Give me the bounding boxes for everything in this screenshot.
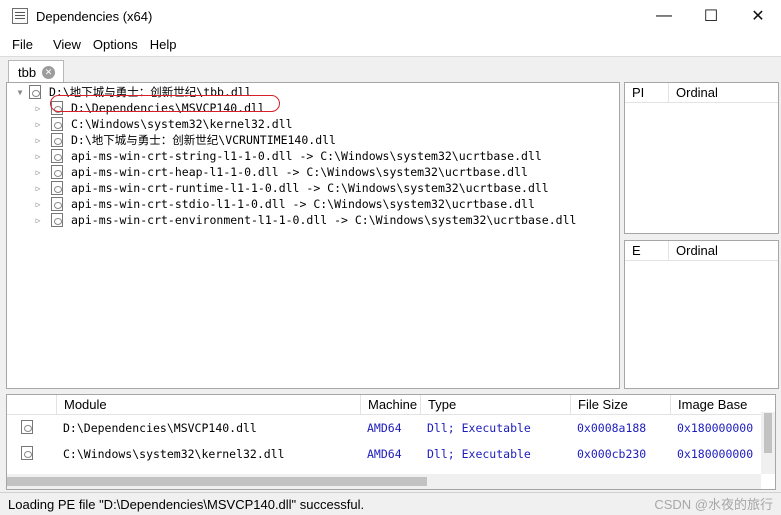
dll-icon bbox=[29, 85, 41, 99]
machine-cell: AMD64 bbox=[367, 421, 402, 435]
tree-root-label: D:\地下城与勇士：创新世纪\tbb.dll bbox=[49, 85, 252, 99]
maximize-button[interactable]: ☐ bbox=[688, 0, 734, 32]
menu-file[interactable]: File bbox=[0, 37, 39, 52]
window-title: Dependencies (x64) bbox=[36, 8, 153, 24]
collapse-arrow-icon[interactable]: ▼ bbox=[15, 88, 25, 97]
table-row[interactable]: C:\Windows\system32\kernel32.dll AMD64 D… bbox=[7, 441, 761, 467]
dll-icon bbox=[51, 197, 63, 211]
expand-arrow-icon[interactable]: ▷ bbox=[33, 120, 43, 129]
imagebase-column-header[interactable]: Image Base bbox=[671, 395, 761, 415]
tree-item[interactable]: ▷ api-ms-win-crt-environment-l1-1-0.dll … bbox=[33, 212, 576, 228]
dll-icon bbox=[51, 165, 63, 179]
modules-header: Module Machine Type File Size Image Base bbox=[7, 395, 761, 415]
pi-column-header[interactable]: PI bbox=[625, 83, 669, 103]
tree-item-label: api-ms-win-crt-environment-l1-1-0.dll ->… bbox=[71, 213, 577, 227]
tree-item-label: api-ms-win-crt-stdio-l1-1-0.dll -> C:\Wi… bbox=[71, 197, 535, 211]
tab-label: tbb bbox=[18, 65, 37, 80]
dll-icon bbox=[51, 149, 63, 163]
tab-tbb[interactable]: tbb ✕ bbox=[8, 60, 64, 84]
tree-item[interactable]: ▷ D:\Dependencies\MSVCP140.dll bbox=[33, 100, 265, 116]
horizontal-scroll-thumb[interactable] bbox=[7, 477, 427, 486]
filesize-cell: 0x0008a188 bbox=[577, 421, 647, 435]
dll-icon bbox=[21, 419, 33, 434]
menu-view[interactable]: View bbox=[47, 37, 87, 52]
machine-column-header[interactable]: Machine bbox=[361, 395, 421, 415]
e-column-header[interactable]: E bbox=[625, 241, 669, 261]
ordinal-column-header[interactable]: Ordinal bbox=[669, 241, 778, 261]
menu-help[interactable]: Help bbox=[144, 37, 183, 52]
tree-item[interactable]: ▷ api-ms-win-crt-heap-l1-1-0.dll -> C:\W… bbox=[33, 164, 528, 180]
expand-arrow-icon[interactable]: ▷ bbox=[33, 184, 43, 193]
status-text: Loading PE file "D:\Dependencies\MSVCP14… bbox=[8, 496, 365, 512]
type-cell: Dll; Executable bbox=[427, 447, 531, 461]
menu-options[interactable]: Options bbox=[87, 37, 144, 52]
imports-header: PI Ordinal bbox=[625, 83, 778, 103]
title-bar: Dependencies (x64) — ☐ ✕ bbox=[0, 0, 781, 32]
dll-icon bbox=[51, 181, 63, 195]
imagebase-cell: 0x180000000 bbox=[677, 421, 754, 435]
dll-icon bbox=[21, 445, 33, 460]
tree-item[interactable]: ▷ api-ms-win-crt-string-l1-1-0.dll -> C:… bbox=[33, 148, 542, 164]
module-cell: D:\Dependencies\MSVCP140.dll bbox=[63, 421, 257, 435]
tree-item-label: D:\地下城与勇士：创新世纪\VCRUNTIME140.dll bbox=[71, 133, 336, 147]
tree-item-label: D:\Dependencies\MSVCP140.dll bbox=[71, 101, 265, 115]
machine-cell: AMD64 bbox=[367, 447, 402, 461]
tree-item[interactable]: ▷ api-ms-win-crt-stdio-l1-1-0.dll -> C:\… bbox=[33, 196, 535, 212]
tree-item-label: api-ms-win-crt-heap-l1-1-0.dll -> C:\Win… bbox=[71, 165, 528, 179]
tree-item-label: C:\Windows\system32\kernel32.dll bbox=[71, 117, 293, 131]
type-column-header[interactable]: Type bbox=[421, 395, 571, 415]
dll-icon bbox=[51, 117, 63, 131]
minimize-button[interactable]: — bbox=[641, 0, 687, 32]
icon-column-header bbox=[7, 395, 57, 415]
vertical-scroll-thumb[interactable] bbox=[764, 413, 772, 453]
dll-icon bbox=[51, 101, 63, 115]
tree-item[interactable]: ▷ D:\地下城与勇士：创新世纪\VCRUNTIME140.dll bbox=[33, 132, 336, 148]
expand-arrow-icon[interactable]: ▷ bbox=[33, 200, 43, 209]
expand-arrow-icon[interactable]: ▷ bbox=[33, 152, 43, 161]
filesize-cell: 0x000cb230 bbox=[577, 447, 647, 461]
tree-item-label: api-ms-win-crt-runtime-l1-1-0.dll -> C:\… bbox=[71, 181, 549, 195]
filesize-column-header[interactable]: File Size bbox=[571, 395, 671, 415]
module-cell: C:\Windows\system32\kernel32.dll bbox=[63, 447, 285, 461]
menu-bar: File View Options Help bbox=[0, 32, 781, 56]
modules-list[interactable]: Module Machine Type File Size Image Base… bbox=[6, 394, 776, 490]
expand-arrow-icon[interactable]: ▷ bbox=[33, 216, 43, 225]
tab-close-icon[interactable]: ✕ bbox=[42, 66, 56, 79]
type-cell: Dll; Executable bbox=[427, 421, 531, 435]
exports-panel[interactable]: E Ordinal bbox=[624, 240, 779, 389]
dependency-tree[interactable]: ▼ D:\地下城与勇士：创新世纪\tbb.dll ▷ D:\Dependenci… bbox=[6, 82, 620, 389]
tree-item[interactable]: ▷ C:\Windows\system32\kernel32.dll bbox=[33, 116, 293, 132]
tree-item[interactable]: ▷ api-ms-win-crt-runtime-l1-1-0.dll -> C… bbox=[33, 180, 549, 196]
table-row[interactable]: D:\Dependencies\MSVCP140.dll AMD64 Dll; … bbox=[7, 415, 761, 441]
close-button[interactable]: ✕ bbox=[735, 0, 781, 32]
dll-icon bbox=[51, 133, 63, 147]
imports-panel[interactable]: PI Ordinal bbox=[624, 82, 779, 234]
dll-icon bbox=[51, 213, 63, 227]
imagebase-cell: 0x180000000 bbox=[677, 447, 754, 461]
ordinal-column-header[interactable]: Ordinal bbox=[669, 83, 778, 103]
tree-root[interactable]: ▼ D:\地下城与勇士：创新世纪\tbb.dll bbox=[15, 84, 252, 100]
module-column-header[interactable]: Module bbox=[57, 395, 361, 415]
app-icon bbox=[12, 8, 28, 24]
tree-item-label: api-ms-win-crt-string-l1-1-0.dll -> C:\W… bbox=[71, 149, 542, 163]
expand-arrow-icon[interactable]: ▷ bbox=[33, 136, 43, 145]
expand-arrow-icon[interactable]: ▷ bbox=[33, 104, 43, 113]
watermark-text: CSDN @水夜的旅行 bbox=[654, 497, 773, 512]
exports-header: E Ordinal bbox=[625, 241, 778, 261]
expand-arrow-icon[interactable]: ▷ bbox=[33, 168, 43, 177]
